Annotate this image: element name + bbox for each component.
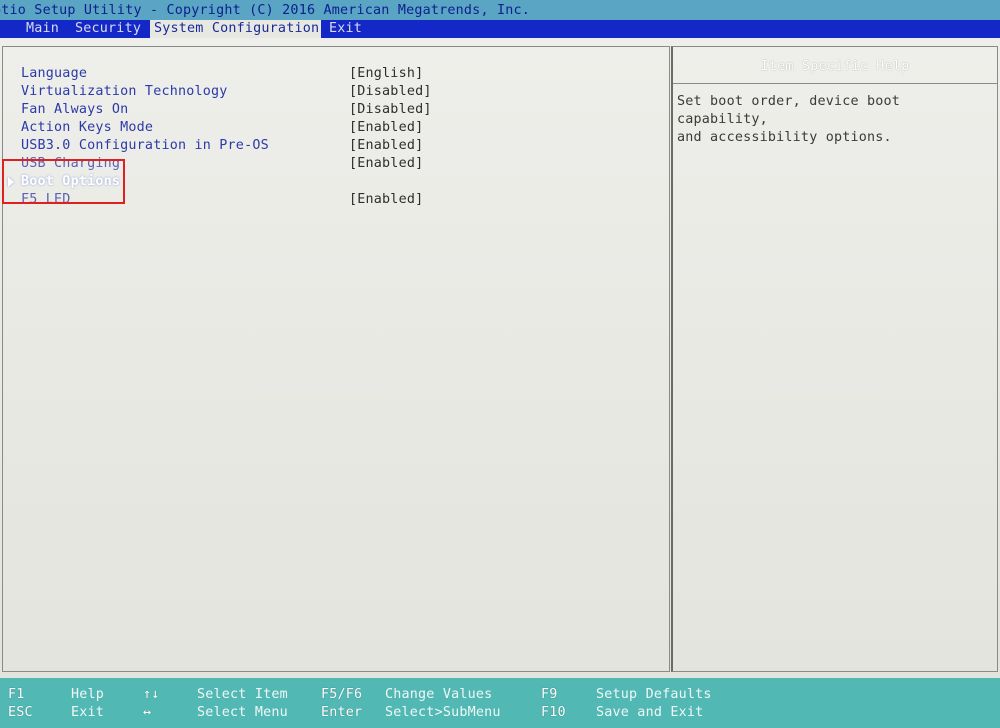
setting-label: Boot Options — [21, 174, 121, 189]
title-text: ptio Setup Utility - Copyright (C) 2016 … — [0, 3, 531, 18]
bios-setup-screen: ptio Setup Utility - Copyright (C) 2016 … — [0, 0, 1000, 728]
setting-label: F5 LED — [21, 192, 71, 207]
title-bar: ptio Setup Utility - Copyright (C) 2016 … — [0, 0, 1000, 20]
setting-value[interactable]: [Enabled] — [349, 119, 423, 137]
left-right-arrow-icon: ↔ — [143, 705, 152, 720]
main-content: Language [English] Virtualization Techno… — [0, 38, 1000, 678]
esc-desc: Exit — [71, 705, 105, 720]
menu-main[interactable]: Main — [22, 20, 63, 38]
setting-value[interactable]: [Enabled] — [349, 191, 423, 209]
enter-key: Enter — [321, 705, 363, 720]
setting-virtualization-technology[interactable]: Virtualization Technology [Disabled] — [21, 83, 661, 101]
setting-fan-always-on[interactable]: Fan Always On [Disabled] — [21, 101, 661, 119]
setting-value[interactable]: [Disabled] — [349, 101, 432, 119]
f9-key: F9 — [541, 687, 558, 702]
menu-exit[interactable]: Exit — [325, 20, 366, 38]
up-down-arrows-icon: ↑↓ — [143, 687, 160, 702]
f10-desc: Save and Exit — [596, 705, 704, 720]
setting-value[interactable]: [Enabled] — [349, 155, 423, 173]
key-legend-bar: F1 Help ESC Exit ↑↓ Select Item ↔ Select… — [0, 678, 1000, 728]
setting-value[interactable]: [English] — [349, 65, 423, 83]
esc-key: ESC — [8, 705, 33, 720]
setting-value[interactable]: [Enabled] — [349, 137, 423, 155]
setting-label: USB Charging — [21, 156, 121, 171]
leftright-desc: Select Menu — [197, 705, 288, 720]
setting-label: USB3.0 Configuration in Pre-OS — [21, 138, 269, 153]
setting-label: Fan Always On — [21, 102, 129, 117]
menu-security[interactable]: Security — [71, 20, 145, 38]
help-pane: Item Specific Help Set boot order, devic… — [671, 46, 998, 672]
f1-key: F1 — [8, 687, 25, 702]
setting-label: Action Keys Mode — [21, 120, 154, 135]
setting-language[interactable]: Language [English] — [21, 65, 661, 83]
f10-key: F10 — [541, 705, 566, 720]
submenu-arrow-icon — [8, 177, 14, 187]
setting-label: Virtualization Technology — [21, 84, 228, 99]
help-header: Item Specific Help — [673, 47, 997, 84]
setting-usb3-configuration[interactable]: USB3.0 Configuration in Pre-OS [Enabled] — [21, 137, 661, 155]
settings-pane: Language [English] Virtualization Techno… — [2, 46, 670, 672]
f5f6-key: F5/F6 — [321, 687, 363, 702]
f1-desc: Help — [71, 687, 105, 702]
menu-system-configuration[interactable]: System Configuration — [150, 20, 321, 38]
setting-action-keys-mode[interactable]: Action Keys Mode [Enabled] — [21, 119, 661, 137]
setting-f5-led[interactable]: F5 LED [Enabled] — [21, 191, 661, 209]
help-text: Set boot order, device boot capability, … — [677, 94, 901, 145]
f5f6-desc: Change Values — [385, 687, 493, 702]
setting-label: Language — [21, 66, 88, 81]
updown-desc: Select Item — [197, 687, 288, 702]
enter-desc: Select>SubMenu — [385, 705, 501, 720]
setting-value[interactable]: [Disabled] — [349, 83, 432, 101]
setting-usb-charging[interactable]: USB Charging [Enabled] — [21, 155, 661, 173]
menu-bar: Main Security System Configuration Exit — [0, 20, 1000, 38]
setting-boot-options[interactable]: Boot Options — [8, 173, 661, 191]
f9-desc: Setup Defaults — [596, 687, 712, 702]
